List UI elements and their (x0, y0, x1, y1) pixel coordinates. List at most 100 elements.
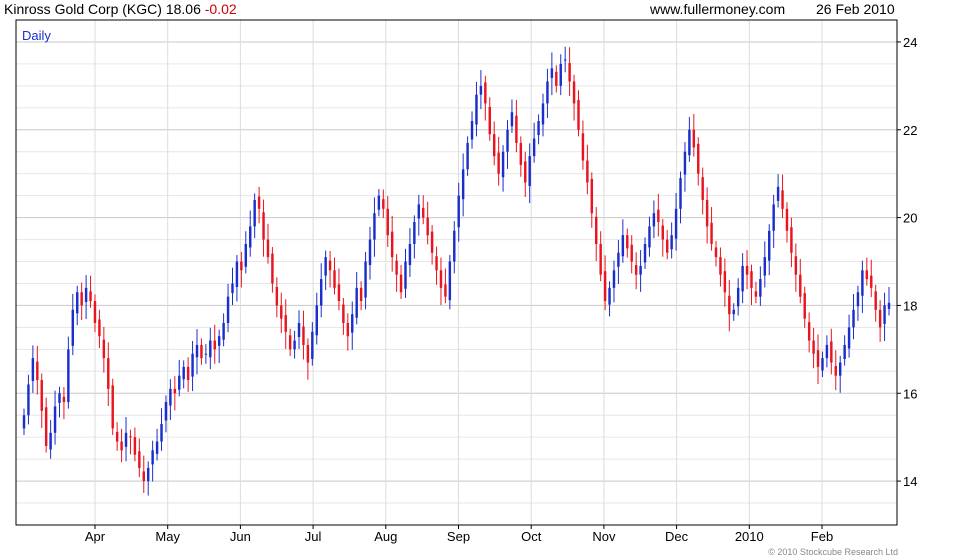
y-tick-label: 22 (903, 123, 917, 138)
candle-body (510, 112, 514, 127)
candle-body (670, 235, 673, 250)
candle-body (470, 121, 474, 140)
candle-body (288, 335, 292, 350)
candle-body (178, 375, 181, 390)
candle-body (621, 235, 625, 257)
candle-body (688, 129, 691, 156)
candle-body (89, 291, 92, 302)
candle-body (776, 186, 780, 201)
candle-body (568, 63, 571, 82)
candle-body (306, 344, 310, 363)
candle-body (253, 200, 256, 227)
candle-body (151, 450, 154, 465)
candle-body (115, 431, 119, 442)
candle-body (155, 441, 159, 454)
candle-body (506, 129, 509, 152)
candle-body (200, 344, 203, 359)
candle-body (461, 169, 465, 200)
candle-body (634, 265, 638, 275)
candle-body (643, 243, 647, 263)
candle-body (111, 385, 114, 429)
candle-body (661, 225, 664, 240)
candle-body (142, 471, 145, 482)
candle-body (266, 239, 270, 258)
candle-body (665, 239, 669, 253)
candle-body (226, 296, 230, 323)
candle-body (612, 270, 616, 288)
candle-body (133, 437, 137, 455)
x-tick-label: Oct (521, 529, 542, 544)
candle-body (328, 260, 332, 271)
candle-body (160, 424, 163, 442)
candle-body (62, 396, 66, 403)
candle-body (710, 222, 713, 244)
candle-body (44, 407, 48, 446)
candle-body (67, 349, 70, 403)
candle-body (359, 287, 363, 302)
x-tick-label: Jun (230, 529, 251, 544)
candle-body (182, 366, 185, 380)
candle-body (759, 279, 762, 297)
period-label: Daily (22, 28, 51, 43)
candle-body (53, 406, 57, 433)
candle-body (284, 315, 287, 332)
candle-body (98, 319, 101, 337)
candle-body (555, 71, 558, 86)
candle-body (736, 287, 740, 307)
candle-body (652, 213, 656, 227)
candle-body (697, 143, 700, 174)
candle-body (408, 243, 412, 266)
candle-body (209, 340, 212, 358)
candle-body (84, 287, 88, 302)
candle-body (830, 341, 833, 363)
candle-body (422, 207, 425, 218)
candle-body (257, 196, 261, 209)
x-tick-label: 2010 (735, 529, 764, 544)
candle-body (816, 350, 820, 367)
candle-body (719, 257, 722, 275)
candle-body (492, 134, 496, 157)
candle-body (373, 213, 376, 240)
candle-body (714, 247, 718, 258)
candle-body (107, 358, 110, 389)
candle-body (195, 344, 199, 358)
candle-body (603, 271, 607, 302)
candle-body (595, 216, 598, 244)
candle-body (741, 265, 744, 292)
candle-body (435, 256, 438, 271)
candle-body (479, 85, 483, 95)
candle-body (541, 103, 545, 125)
candle-body (417, 204, 421, 219)
candle-body (794, 256, 798, 275)
candle-body (847, 327, 851, 349)
candle-body (750, 271, 753, 288)
candle-body (164, 402, 168, 421)
candle-body (532, 138, 536, 157)
candle-body (173, 388, 177, 394)
candle-body (546, 81, 549, 104)
candle-body (590, 178, 594, 214)
candle-body (799, 274, 802, 297)
candle-body (337, 284, 341, 302)
candle-body (235, 261, 239, 287)
candle-body (36, 361, 39, 381)
candle-body (186, 366, 190, 381)
candle-body (723, 271, 727, 293)
candle-body (169, 388, 172, 406)
candle-body (31, 358, 35, 381)
candle-body (129, 436, 132, 438)
price-chart: 14 16 18 20 22 24 Apr May Jun Jul Aug Sep Oct Nov Dec 2… (15, 19, 917, 544)
candle-body (852, 309, 855, 328)
candle-body (297, 323, 301, 338)
candle-body (49, 432, 52, 450)
candle-body (887, 302, 891, 309)
candle-body (93, 301, 97, 323)
candle-body (231, 283, 234, 294)
candle-body (457, 195, 460, 228)
candle-body (466, 142, 469, 170)
candle-body (501, 151, 505, 178)
candle-body (488, 106, 491, 135)
candle-body (838, 362, 842, 376)
y-tick-label: 24 (903, 35, 917, 50)
candle-body (244, 243, 248, 267)
